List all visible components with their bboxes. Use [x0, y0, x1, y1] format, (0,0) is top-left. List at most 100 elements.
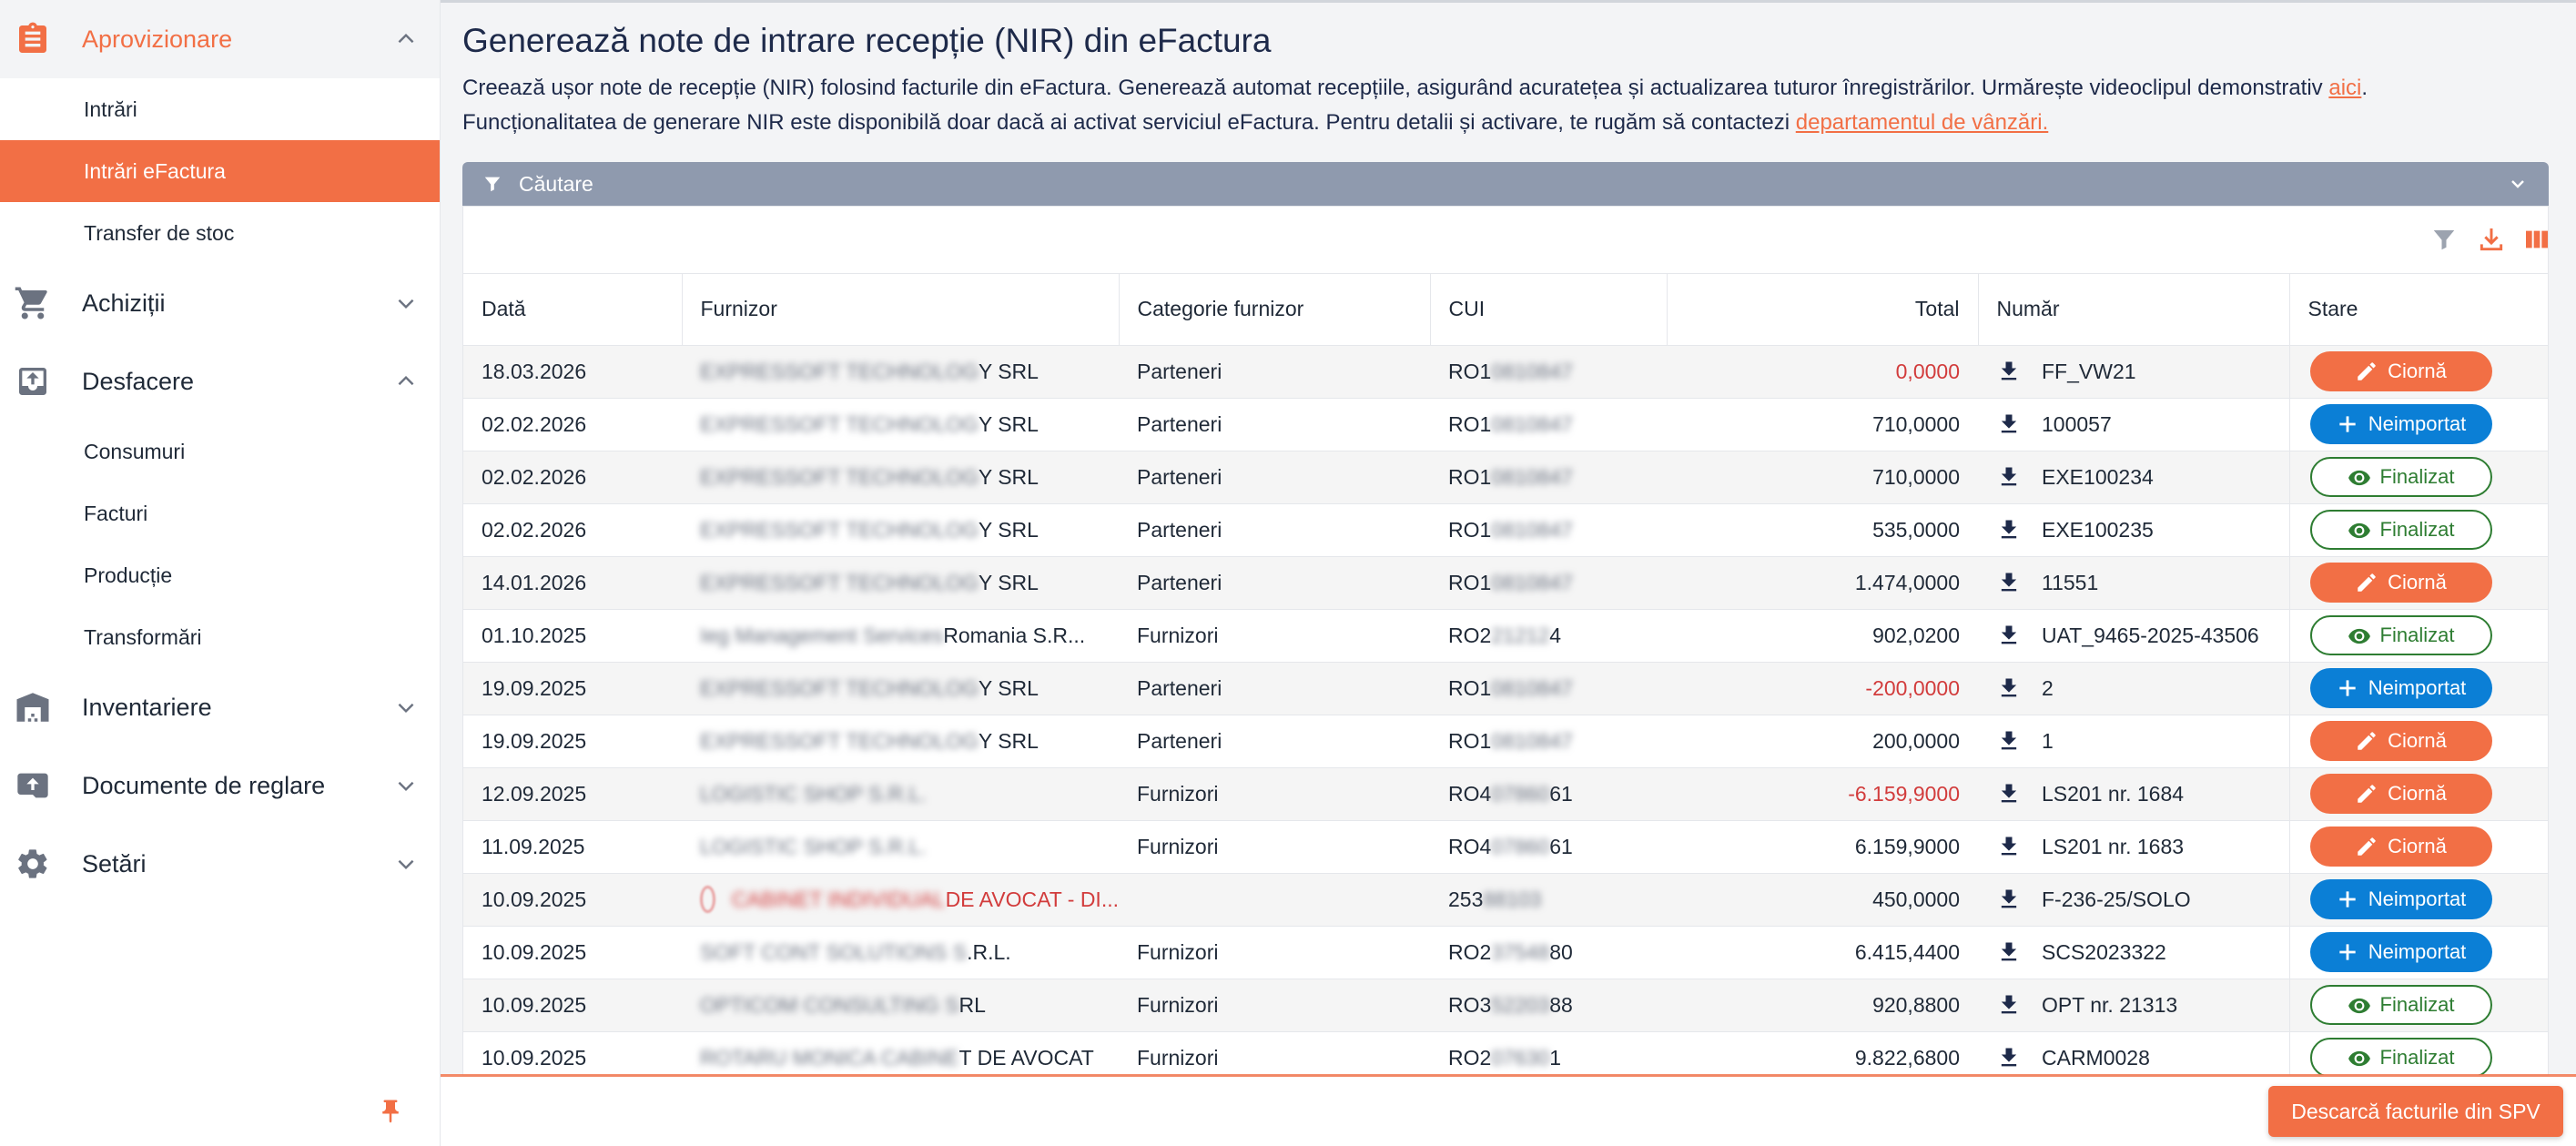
status-button-neimportat[interactable]: Neimportat: [2309, 404, 2492, 444]
sidebar-item-consumuri[interactable]: Consumuri: [0, 421, 440, 482]
columns-icon[interactable]: [2520, 223, 2548, 256]
status-button-finalizat[interactable]: Finalizat: [2309, 510, 2492, 550]
download-icon[interactable]: [1996, 1044, 2022, 1071]
sidebar-item-transformari[interactable]: Transformări: [0, 606, 440, 668]
status-button-finalizat[interactable]: Finalizat: [2309, 615, 2492, 655]
column-header-cui[interactable]: CUI: [1429, 274, 1667, 346]
download-icon[interactable]: [1996, 780, 2022, 807]
date-value: 02.02.2026: [482, 464, 587, 489]
download-icon[interactable]: [1996, 727, 2022, 755]
sidebar-group-achizitii[interactable]: Achiziții: [0, 264, 440, 342]
column-header-category[interactable]: Categorie furnizor: [1118, 274, 1430, 346]
status-button-ciorna[interactable]: Ciornă: [2309, 563, 2492, 603]
download-spv-invoices-button[interactable]: Descarcă facturile din SPV: [2268, 1086, 2563, 1137]
search-panel-toggle[interactable]: Căutare: [462, 162, 2549, 206]
column-header-date[interactable]: Dată: [463, 274, 682, 346]
description-text: .: [2361, 76, 2368, 100]
column-header-supplier[interactable]: Furnizor: [681, 274, 1119, 346]
chevron-down-icon: [2507, 173, 2529, 195]
plus-icon: [2336, 940, 2359, 964]
table-row[interactable]: 10.09.2025 ROTARU MONICA CABINE T DE AVOC…: [463, 1031, 2548, 1075]
status-button-finalizat[interactable]: Finalizat: [2309, 985, 2492, 1025]
status-label: Finalizat: [2379, 1046, 2455, 1069]
cui-redacted: 37548: [1491, 939, 1550, 964]
supplier-name-visible: T DE AVOCAT: [958, 1045, 1094, 1070]
table-row[interactable]: 11.09.2025 LOGISTIC SHOP S.R.L. Furnizor…: [463, 820, 2548, 874]
status-button-neimportat[interactable]: Neimportat: [2309, 668, 2492, 708]
status-button-finalizat[interactable]: Finalizat: [2309, 1038, 2492, 1075]
supplier-name-redacted: EXPRESSOFT TECHNOLOG: [700, 675, 979, 700]
cell-number: 2: [1978, 662, 2289, 715]
download-icon[interactable]: [1996, 886, 2022, 913]
cell-number: LS201 nr. 1683: [1978, 820, 2289, 874]
sidebar-group-desfacere[interactable]: Desfacere: [0, 342, 440, 421]
download-icon[interactable]: [1996, 622, 2022, 649]
table-row[interactable]: 19.09.2025 EXPRESSOFT TECHNOLOG Y SRL Par…: [463, 715, 2548, 768]
invoice-number: 1: [2042, 728, 2054, 753]
table-row[interactable]: 19.09.2025 EXPRESSOFT TECHNOLOG Y SRL Par…: [463, 662, 2548, 715]
status-button-ciorna[interactable]: Ciornă: [2309, 351, 2492, 391]
invoice-number: LS201 nr. 1683: [2042, 834, 2185, 858]
supplier-name-redacted: EXPRESSOFT TECHNOLOG: [700, 411, 979, 436]
download-icon[interactable]: [1996, 358, 2022, 385]
column-header-number[interactable]: Număr: [1977, 274, 2289, 346]
table-row[interactable]: 10.09.2025 SOFT CONT SOLUTIONS S .R.L. Fu…: [463, 926, 2548, 979]
status-button-neimportat[interactable]: Neimportat: [2309, 879, 2492, 919]
table-row[interactable]: 02.02.2026 EXPRESSOFT TECHNOLOG Y SRL Par…: [463, 503, 2548, 557]
download-icon[interactable]: [1996, 674, 2022, 702]
sidebar-group-setari[interactable]: Setări: [0, 825, 440, 903]
supplier-name-visible: RL: [958, 992, 986, 1017]
table-row[interactable]: 10.09.2025 OPTICOM CONSULTING S RL Furniz…: [463, 979, 2548, 1032]
column-header-status[interactable]: Stare: [2288, 274, 2548, 346]
sidebar-item-productie[interactable]: Producție: [0, 544, 440, 606]
archive-icon: [13, 766, 53, 806]
sidebar-group-documente-de-reglare[interactable]: Documente de reglare: [0, 746, 440, 825]
invoices-table: Dată Furnizor Categorie furnizor CUI Tot…: [463, 274, 2548, 1075]
table-row[interactable]: 02.02.2026 EXPRESSOFT TECHNOLOG Y SRL Par…: [463, 451, 2548, 504]
description-line-2: Funcționalitatea de generare NIR este di…: [462, 106, 2556, 140]
sidebar-group-aprovizionare[interactable]: Aprovizionare: [0, 0, 440, 78]
chevron-down-icon: [392, 850, 420, 877]
cell-supplier: EXPRESSOFT TECHNOLOG Y SRL: [682, 398, 1119, 451]
table-row[interactable]: 02.02.2026 EXPRESSOFT TECHNOLOG Y SRL Par…: [463, 398, 2548, 451]
supplier-name-redacted: SOFT CONT SOLUTIONS S: [700, 939, 968, 964]
cell-supplier: EXPRESSOFT TECHNOLOG Y SRL: [682, 556, 1119, 610]
download-icon[interactable]: [1996, 411, 2022, 438]
download-icon[interactable]: [1996, 833, 2022, 860]
status-button-neimportat[interactable]: Neimportat: [2309, 932, 2492, 972]
table-row[interactable]: 14.01.2026 EXPRESSOFT TECHNOLOG Y SRL Par…: [463, 556, 2548, 610]
sidebar-item-label: Transfer de stoc: [84, 220, 235, 245]
download-icon[interactable]: [1996, 991, 2022, 1019]
pin-icon[interactable]: [377, 1096, 404, 1127]
table-row[interactable]: 18.03.2026 EXPRESSOFT TECHNOLOG Y SRL Par…: [463, 345, 2548, 399]
status-button-finalizat[interactable]: Finalizat: [2309, 457, 2492, 497]
cui-tail: 88: [1549, 992, 1573, 1017]
download-icon[interactable]: [1996, 463, 2022, 491]
table-row[interactable]: 10.09.2025 CABINET INDIVIDUAL DE AVOCAT -…: [463, 873, 2548, 927]
download-icon[interactable]: [1996, 938, 2022, 966]
category-value: Furnizori: [1137, 939, 1219, 964]
sales-department-link[interactable]: departamentul de vânzări.: [1796, 110, 2049, 135]
table-row[interactable]: 01.10.2025 Ieg Management Services Romani…: [463, 609, 2548, 663]
status-label: Ciornă: [2388, 835, 2447, 857]
status-button-ciorna[interactable]: Ciornă: [2309, 774, 2492, 814]
sidebar-item-intrari[interactable]: Intrări: [0, 78, 440, 140]
cell-category: [1119, 873, 1430, 927]
column-header-total[interactable]: Total: [1666, 274, 1978, 346]
download-icon[interactable]: [1996, 569, 2022, 596]
supplier-value: EXPRESSOFT TECHNOLOG Y SRL: [700, 729, 1119, 754]
cui-redacted: 0810847: [1491, 570, 1573, 594]
filter-icon[interactable]: [2428, 223, 2460, 256]
sidebar-item-intrari-efactura[interactable]: Intrări eFactura: [0, 140, 440, 202]
export-download-icon[interactable]: [2475, 223, 2508, 256]
cell-date: 12.09.2025: [463, 767, 682, 821]
sidebar-group-inventariere[interactable]: Inventariere: [0, 668, 440, 746]
video-link[interactable]: aici: [2328, 76, 2361, 100]
cui-visible: RO2: [1448, 939, 1492, 964]
download-icon[interactable]: [1996, 516, 2022, 543]
status-button-ciorna[interactable]: Ciornă: [2309, 721, 2492, 761]
status-button-ciorna[interactable]: Ciornă: [2309, 827, 2492, 867]
table-row[interactable]: 12.09.2025 LOGISTIC SHOP S.R.L. Furnizor…: [463, 767, 2548, 821]
sidebar-item-facturi[interactable]: Facturi: [0, 482, 440, 544]
sidebar-item-transfer-de-stoc[interactable]: Transfer de stoc: [0, 202, 440, 264]
